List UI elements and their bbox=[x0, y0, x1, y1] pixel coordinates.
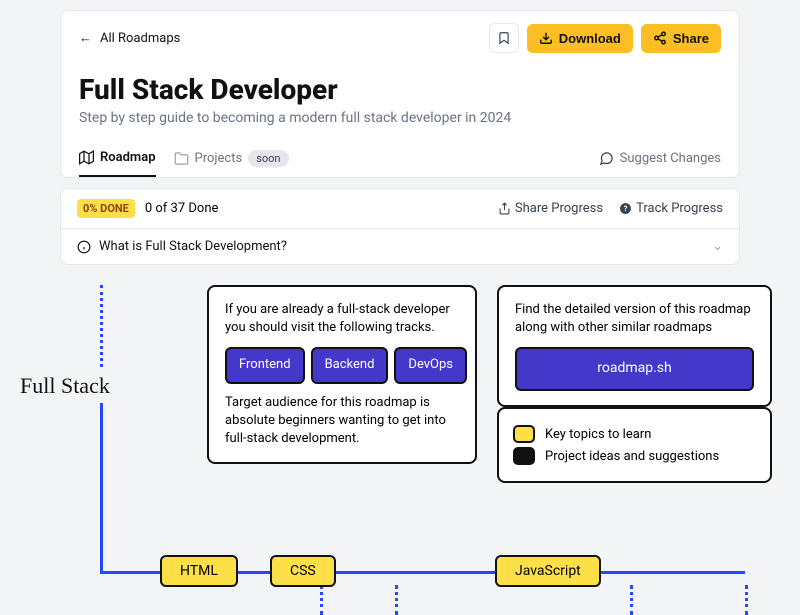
tab-projects[interactable]: Projects soon bbox=[174, 150, 289, 177]
track-devops[interactable]: DevOps bbox=[394, 347, 467, 383]
legend-yellow-label: Key topics to learn bbox=[545, 427, 651, 442]
track-progress[interactable]: ? Track Progress bbox=[619, 201, 723, 216]
track-backend[interactable]: Backend bbox=[311, 347, 389, 383]
connector-stub bbox=[745, 585, 748, 615]
page-subtitle: Step by step guide to becoming a modern … bbox=[79, 110, 721, 126]
connector-stub bbox=[395, 585, 398, 615]
diagram: Full Stack If you are already a full-sta… bbox=[0, 285, 800, 615]
help-icon: ? bbox=[619, 202, 632, 215]
share-label: Share bbox=[673, 31, 709, 46]
svg-text:?: ? bbox=[624, 204, 628, 213]
chat-icon bbox=[599, 151, 614, 166]
map-icon bbox=[79, 150, 94, 165]
page-title: Full Stack Developer bbox=[79, 73, 721, 106]
detail-text: Find the detailed version of this roadma… bbox=[515, 301, 754, 337]
connector-stub bbox=[630, 585, 633, 615]
suggest-label: Suggest Changes bbox=[620, 151, 721, 166]
info-icon bbox=[77, 240, 91, 254]
share-button[interactable]: Share bbox=[641, 24, 721, 53]
node-css[interactable]: CSS bbox=[270, 555, 336, 587]
detail-box: Find the detailed version of this roadma… bbox=[497, 285, 772, 407]
folder-icon bbox=[174, 151, 189, 166]
done-text: 0 of 37 Done bbox=[145, 201, 219, 216]
node-javascript[interactable]: JavaScript bbox=[495, 555, 601, 587]
pct-badge: 0% DONE bbox=[77, 199, 135, 218]
tab-roadmap-label: Roadmap bbox=[100, 150, 156, 165]
tab-projects-label: Projects bbox=[195, 151, 243, 166]
header-card: ← All Roadmaps Download Share Full Stack… bbox=[60, 10, 740, 178]
connector-vertical bbox=[100, 403, 103, 574]
progress-row: 0% DONE 0 of 37 Done Share Progress ? Tr… bbox=[61, 189, 739, 229]
share-progress[interactable]: Share Progress bbox=[498, 201, 603, 216]
tracks-intro: If you are already a full-stack develope… bbox=[225, 301, 459, 337]
faq-row[interactable]: What is Full Stack Development? ⌄ bbox=[61, 229, 739, 264]
suggest-changes[interactable]: Suggest Changes bbox=[599, 151, 721, 176]
node-html[interactable]: HTML bbox=[160, 555, 238, 587]
share-icon bbox=[653, 31, 667, 45]
download-icon bbox=[539, 31, 553, 45]
tabs: Roadmap Projects soon Suggest Changes bbox=[79, 150, 721, 177]
back-link[interactable]: All Roadmaps bbox=[100, 31, 180, 46]
bookmark-icon bbox=[497, 31, 511, 45]
progress-card: 0% DONE 0 of 37 Done Share Progress ? Tr… bbox=[60, 188, 740, 265]
share-progress-icon bbox=[498, 202, 511, 215]
legend-swatch-yellow bbox=[513, 425, 535, 443]
legend-black-label: Project ideas and suggestions bbox=[545, 449, 719, 464]
chevron-down-icon: ⌄ bbox=[712, 239, 723, 254]
root-label: Full Stack bbox=[20, 373, 110, 399]
connector-dotted bbox=[100, 285, 103, 367]
roadmap-sh-button[interactable]: roadmap.sh bbox=[515, 347, 754, 391]
faq-text: What is Full Stack Development? bbox=[99, 239, 287, 254]
soon-badge: soon bbox=[248, 150, 288, 167]
topbar: ← All Roadmaps Download Share bbox=[79, 23, 721, 53]
tracks-box: If you are already a full-stack develope… bbox=[207, 285, 477, 464]
legend-swatch-black bbox=[513, 447, 535, 465]
track-frontend[interactable]: Frontend bbox=[225, 347, 305, 383]
back-arrow-icon[interactable]: ← bbox=[79, 30, 92, 46]
legend-box: Key topics to learn Project ideas and su… bbox=[497, 407, 772, 483]
bookmark-button[interactable] bbox=[489, 23, 519, 53]
connector-stub bbox=[320, 585, 323, 615]
tab-roadmap[interactable]: Roadmap bbox=[79, 150, 156, 177]
download-button[interactable]: Download bbox=[527, 24, 633, 53]
tracks-note: Target audience for this roadmap is abso… bbox=[225, 394, 459, 449]
download-label: Download bbox=[559, 31, 621, 46]
